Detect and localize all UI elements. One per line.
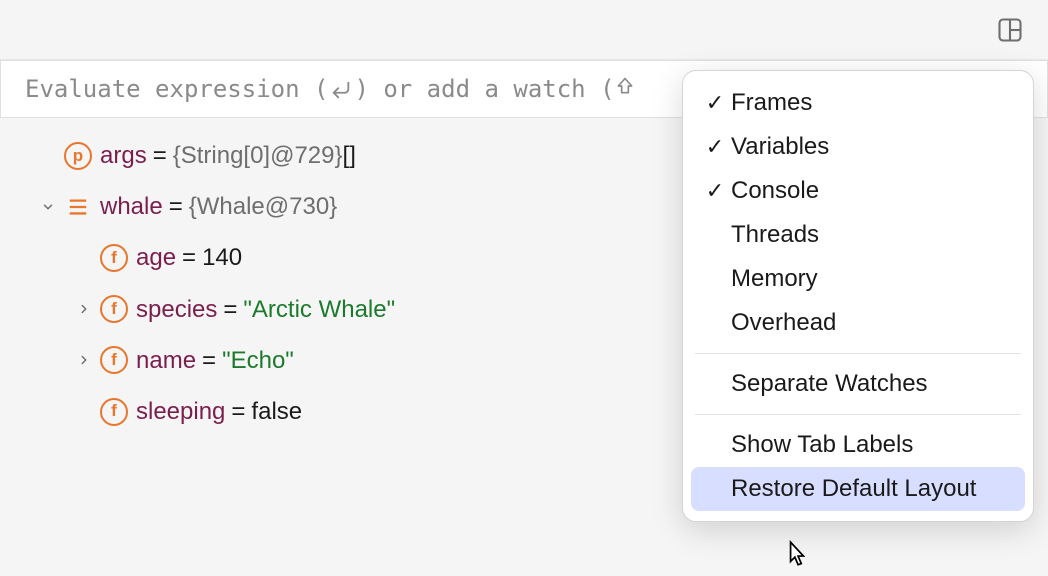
- variable-name: whale: [100, 191, 163, 222]
- variable-value-ref: {Whale@730}: [189, 191, 337, 222]
- layout-menu: ✓Frames✓Variables✓ConsoleThreadsMemoryOv…: [682, 70, 1034, 522]
- object-icon: [66, 195, 90, 219]
- menu-item-frames[interactable]: ✓Frames: [691, 81, 1025, 125]
- mouse-cursor-icon: [784, 540, 810, 575]
- equals-sign: =: [182, 242, 196, 273]
- menu-separator: [695, 353, 1021, 354]
- variable-value: 140: [202, 242, 242, 273]
- menu-item-label: Overhead: [731, 309, 836, 337]
- variable-value: false: [251, 396, 302, 427]
- menu-item-overhead[interactable]: Overhead: [691, 301, 1025, 345]
- menu-item-console[interactable]: ✓Console: [691, 169, 1025, 213]
- chevron-down-icon[interactable]: [36, 200, 60, 214]
- checkmark-icon: ✓: [699, 90, 731, 116]
- menu-item-label: Restore Default Layout: [731, 475, 976, 503]
- menu-item-variables[interactable]: ✓Variables: [691, 125, 1025, 169]
- variable-name: name: [136, 345, 196, 376]
- checkmark-icon: ✓: [699, 178, 731, 204]
- variable-name: args: [100, 140, 147, 171]
- menu-item-label: Threads: [731, 221, 819, 249]
- chevron-right-icon[interactable]: [72, 302, 96, 316]
- menu-item-separate-watches[interactable]: Separate Watches: [691, 362, 1025, 406]
- checkmark-icon: ✓: [699, 134, 731, 160]
- placeholder-mid: ) or add a watch (: [354, 75, 614, 103]
- placeholder-prefix: Evaluate expression (: [25, 75, 328, 103]
- menu-item-label: Show Tab Labels: [731, 431, 913, 459]
- shift-key-icon: [615, 75, 635, 103]
- variable-name: age: [136, 242, 176, 273]
- equals-sign: =: [153, 140, 167, 171]
- menu-item-label: Variables: [731, 133, 829, 161]
- enter-key-icon: [330, 79, 352, 101]
- variable-value-ref: {String[0]@729}: [173, 140, 343, 171]
- equals-sign: =: [169, 191, 183, 222]
- chevron-right-icon[interactable]: [72, 353, 96, 367]
- menu-item-restore-default-layout[interactable]: Restore Default Layout: [691, 467, 1025, 511]
- menu-item-label: Frames: [731, 89, 812, 117]
- parameter-icon: p: [64, 142, 92, 170]
- equals-sign: =: [231, 396, 245, 427]
- variable-value: "Arctic Whale": [243, 294, 395, 325]
- menu-item-memory[interactable]: Memory: [691, 257, 1025, 301]
- field-icon: f: [100, 398, 128, 426]
- layout-settings-button[interactable]: [992, 12, 1028, 48]
- menu-item-label: Console: [731, 177, 819, 205]
- menu-separator: [695, 414, 1021, 415]
- field-icon: f: [100, 244, 128, 272]
- variable-name: sleeping: [136, 396, 225, 427]
- variable-value: "Echo": [222, 345, 294, 376]
- field-icon: f: [100, 295, 128, 323]
- variable-name: species: [136, 294, 217, 325]
- equals-sign: =: [202, 345, 216, 376]
- field-icon: f: [100, 346, 128, 374]
- layout-icon: [996, 16, 1024, 44]
- menu-item-show-tab-labels[interactable]: Show Tab Labels: [691, 423, 1025, 467]
- menu-item-threads[interactable]: Threads: [691, 213, 1025, 257]
- menu-item-label: Separate Watches: [731, 370, 928, 398]
- menu-item-label: Memory: [731, 265, 818, 293]
- variable-value: []: [343, 140, 356, 171]
- debug-toolbar: [0, 0, 1048, 60]
- equals-sign: =: [223, 294, 237, 325]
